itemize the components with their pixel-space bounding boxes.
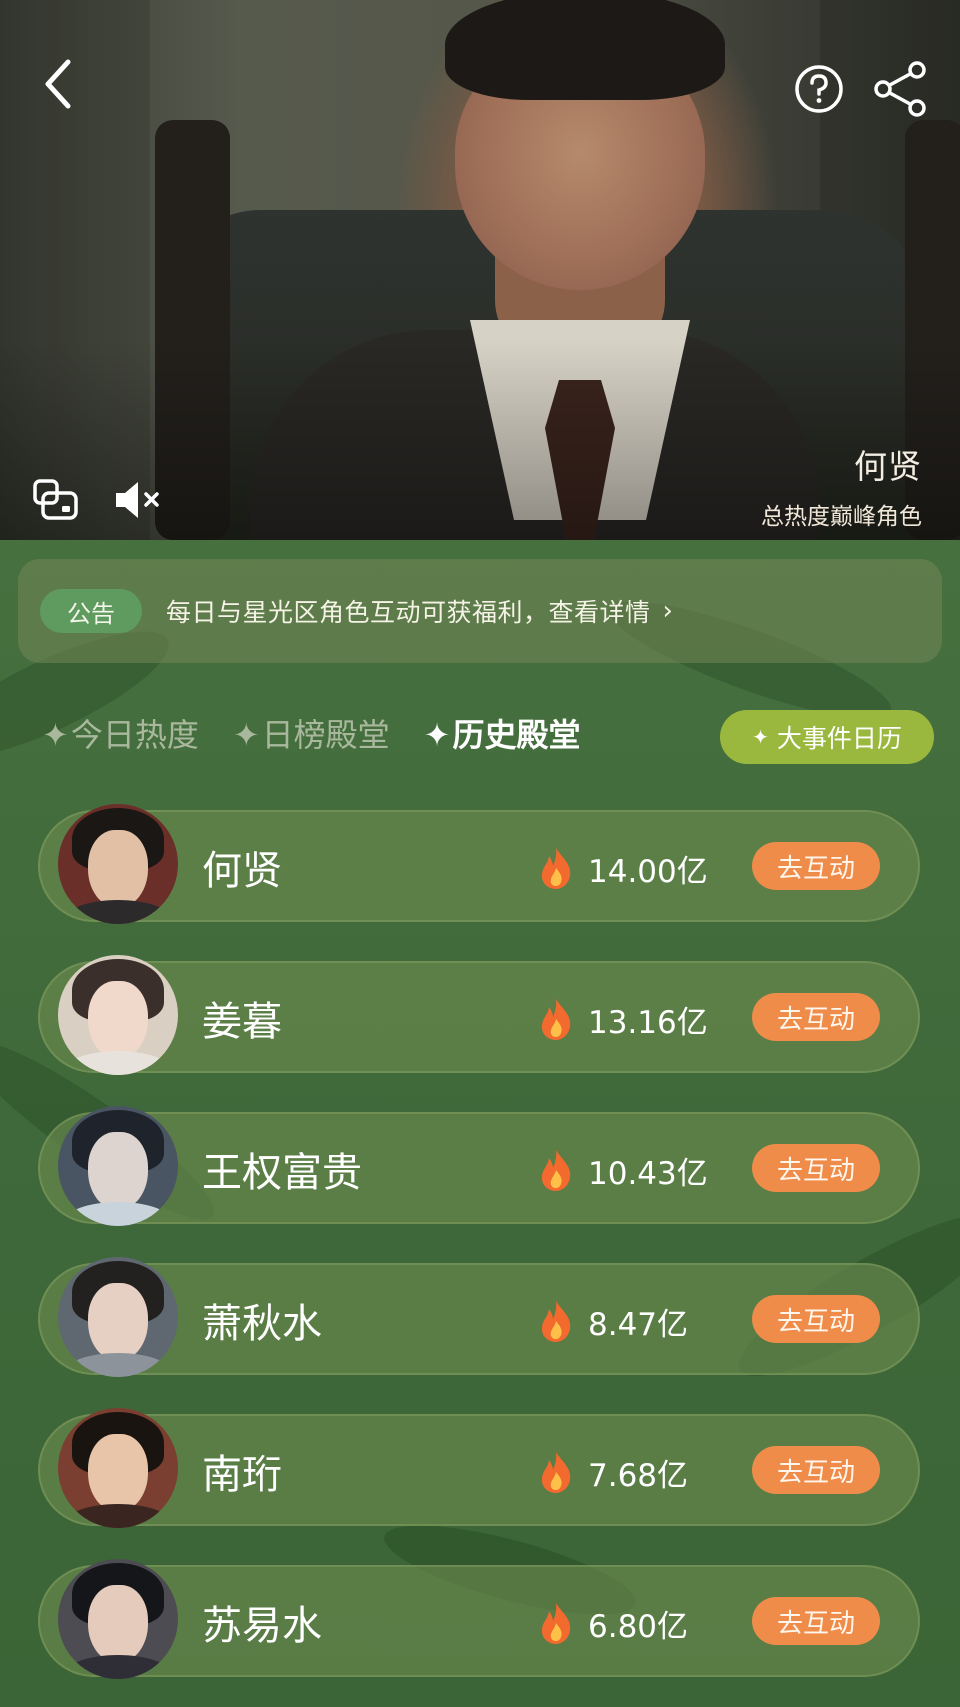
event-calendar-label: 大事件日历 bbox=[776, 724, 902, 753]
event-calendar-button[interactable]: ✦ 大事件日历 bbox=[720, 710, 934, 764]
avatar-face bbox=[88, 981, 148, 1059]
announcement-tag: 公告 bbox=[40, 589, 142, 633]
avatar[interactable] bbox=[58, 1559, 178, 1679]
ranking-row: 王权富贵 10.43亿 去互动 bbox=[38, 1106, 920, 1226]
character-name: 姜暮 bbox=[202, 999, 282, 1045]
pip-icon bbox=[33, 479, 78, 520]
flame-icon bbox=[541, 1603, 571, 1644]
share-button[interactable] bbox=[869, 58, 931, 120]
mute-button[interactable] bbox=[110, 474, 170, 526]
ranking-row: 苏易水 6.80亿 去互动 bbox=[38, 1559, 920, 1679]
flame-icon bbox=[541, 1452, 571, 1493]
flame-icon bbox=[541, 999, 571, 1040]
character-name: 何贤 bbox=[202, 848, 282, 894]
announcement-bar[interactable]: 公告 每日与星光区角色互动可获福利，查看详情 › bbox=[18, 559, 942, 663]
tab-daily-hall[interactable]: ✦日榜殿堂 bbox=[233, 710, 390, 756]
hero-character-name: 何贤 bbox=[854, 447, 922, 486]
heat-value: 14.00亿 bbox=[588, 854, 708, 890]
avatar[interactable] bbox=[58, 804, 178, 924]
flame-icon bbox=[541, 1301, 571, 1342]
tab-history-hall[interactable]: ✦历史殿堂 bbox=[424, 710, 581, 756]
share-icon bbox=[874, 61, 926, 117]
character-name: 王权富贵 bbox=[202, 1150, 362, 1196]
flame-icon bbox=[541, 1150, 571, 1191]
avatar-face bbox=[88, 1585, 148, 1663]
interact-button[interactable]: 去互动 bbox=[752, 1597, 880, 1645]
hair bbox=[445, 0, 725, 100]
sparkle-icon: ✦ bbox=[752, 725, 769, 749]
heat-value: 10.43亿 bbox=[588, 1156, 708, 1192]
avatar-body bbox=[64, 1202, 172, 1226]
tab-label: 日榜殿堂 bbox=[261, 716, 390, 754]
help-icon bbox=[795, 65, 843, 113]
avatar-face bbox=[88, 1434, 148, 1512]
sparkle-icon: ✦ bbox=[42, 716, 69, 754]
mute-icon bbox=[116, 482, 159, 518]
interact-button[interactable]: 去互动 bbox=[752, 1295, 880, 1343]
chevron-right-icon: › bbox=[662, 596, 673, 626]
heat-value: 6.80亿 bbox=[588, 1609, 689, 1645]
avatar-face bbox=[88, 1132, 148, 1210]
avatar-face bbox=[88, 1283, 148, 1361]
interact-button[interactable]: 去互动 bbox=[752, 842, 880, 890]
avatar-body bbox=[64, 900, 172, 924]
interact-button[interactable]: 去互动 bbox=[752, 1446, 880, 1494]
tab-label: 今日热度 bbox=[70, 716, 199, 754]
heat-value: 8.47亿 bbox=[588, 1307, 689, 1343]
tab-label: 历史殿堂 bbox=[452, 716, 581, 754]
ranking-row: 姜暮 13.16亿 去互动 bbox=[38, 955, 920, 1075]
avatar[interactable] bbox=[58, 955, 178, 1075]
avatar-body bbox=[64, 1504, 172, 1528]
avatar-body bbox=[64, 1051, 172, 1075]
tab-today-heat[interactable]: ✦今日热度 bbox=[42, 710, 199, 756]
hero-subtitle: 总热度巅峰角色 bbox=[761, 504, 922, 530]
heat-value: 13.16亿 bbox=[588, 1005, 708, 1041]
avatar-body bbox=[64, 1353, 172, 1377]
ranking-panel: 公告 每日与星光区角色互动可获福利，查看详情 › ✦今日热度 ✦日榜殿堂 ✦历史… bbox=[0, 540, 960, 1707]
avatar[interactable] bbox=[58, 1257, 178, 1377]
avatar[interactable] bbox=[58, 1408, 178, 1528]
ranking-row: 萧秋水 8.47亿 去互动 bbox=[38, 1257, 920, 1377]
back-button[interactable] bbox=[30, 56, 86, 112]
pip-button[interactable] bbox=[30, 474, 82, 526]
sparkle-icon: ✦ bbox=[232, 716, 260, 754]
hero-video[interactable]: 何贤 总热度巅峰角色 bbox=[0, 0, 960, 540]
avatar-body bbox=[64, 1655, 172, 1679]
interact-button[interactable]: 去互动 bbox=[752, 993, 880, 1041]
sparkle-icon: ✦ bbox=[423, 716, 451, 754]
flame-icon bbox=[541, 848, 571, 889]
heat-value: 7.68亿 bbox=[588, 1458, 689, 1494]
announcement-text: 每日与星光区角色互动可获福利，查看详情 bbox=[166, 598, 651, 627]
ranking-tabs: ✦今日热度 ✦日榜殿堂 ✦历史殿堂 bbox=[42, 705, 614, 761]
character-name: 南珩 bbox=[202, 1452, 282, 1498]
character-name: 萧秋水 bbox=[202, 1301, 322, 1347]
back-arrow-icon bbox=[45, 59, 71, 109]
ranking-row: 南珩 7.68亿 去互动 bbox=[38, 1408, 920, 1528]
avatar[interactable] bbox=[58, 1106, 178, 1226]
ranking-row: 何贤 14.00亿 去互动 bbox=[38, 804, 920, 924]
help-button[interactable] bbox=[793, 63, 845, 115]
avatar-face bbox=[88, 830, 148, 908]
character-name: 苏易水 bbox=[202, 1603, 322, 1649]
interact-button[interactable]: 去互动 bbox=[752, 1144, 880, 1192]
